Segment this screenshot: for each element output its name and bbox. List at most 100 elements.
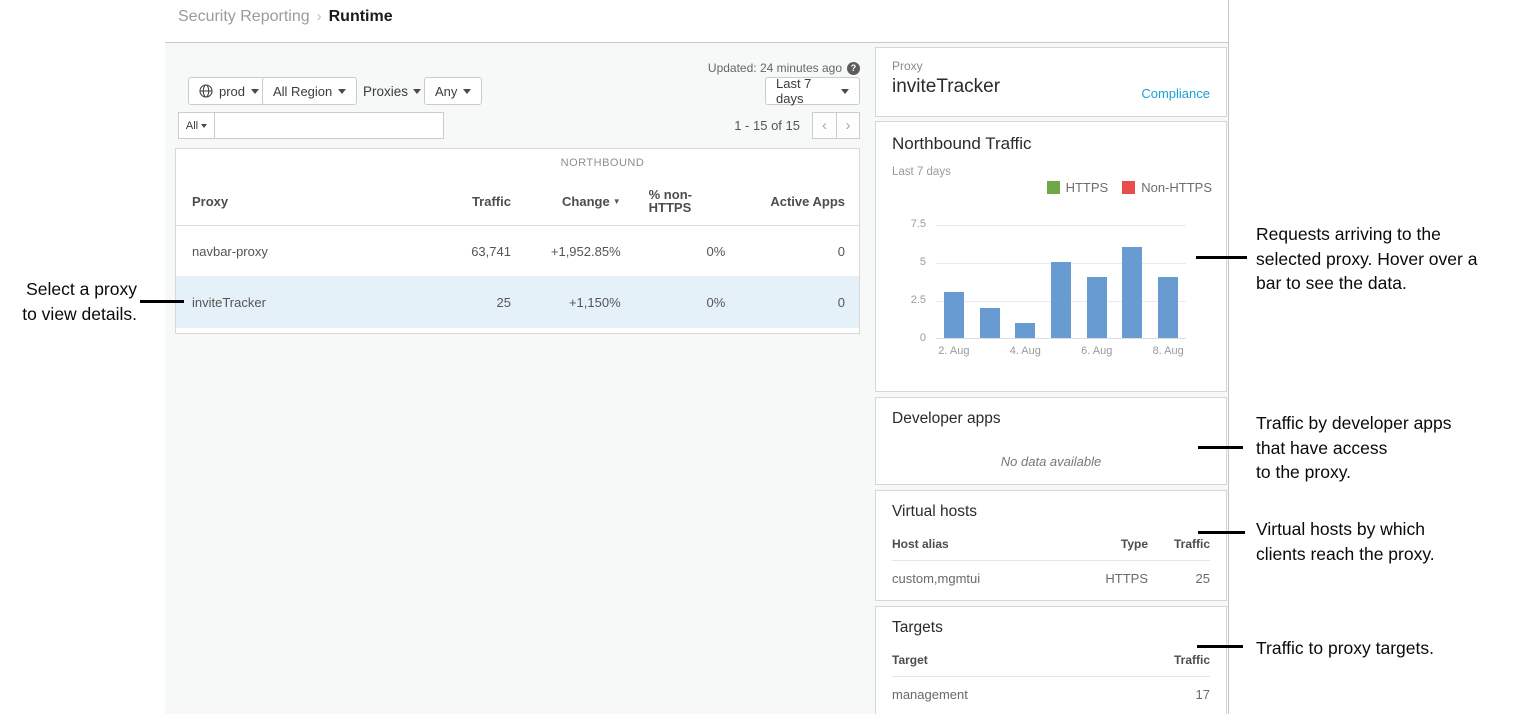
legend-label-https: HTTPS bbox=[1066, 180, 1109, 195]
annotation-targets: Traffic to proxy targets. bbox=[1256, 636, 1434, 661]
proxies-dropdown[interactable]: Proxies bbox=[363, 77, 421, 105]
region-label: All Region bbox=[273, 84, 332, 99]
virtual-host-row[interactable]: custom,mgmtui HTTPS 25 bbox=[892, 561, 1210, 586]
proxy-detail-header-card: Proxy inviteTracker Compliance bbox=[875, 47, 1227, 117]
compliance-link[interactable]: Compliance bbox=[1141, 86, 1210, 101]
bar-5-aug[interactable] bbox=[1051, 262, 1071, 338]
cell-traffic: 63,741 bbox=[440, 244, 525, 259]
column-header-traffic: Traffic bbox=[1148, 653, 1210, 667]
date-range-label: Last 7 days bbox=[776, 76, 835, 106]
bar-8-aug[interactable] bbox=[1158, 277, 1178, 338]
cell-proxy-name: navbar-proxy bbox=[176, 244, 440, 259]
targets-header-row: Target Traffic bbox=[892, 653, 1210, 677]
bar-7-aug[interactable] bbox=[1122, 247, 1142, 338]
chevron-down-icon bbox=[841, 89, 849, 94]
callout-line-virtual-hosts bbox=[1198, 531, 1245, 534]
legend-swatch-https bbox=[1047, 181, 1060, 194]
legend-item-non-https: Non-HTTPS bbox=[1122, 180, 1212, 195]
proxies-label: Proxies bbox=[363, 84, 408, 99]
updated-status: Updated: 24 minutes ago ? bbox=[620, 61, 860, 75]
developer-apps-card: Developer apps No data available bbox=[875, 397, 1227, 485]
updated-text: Updated: 24 minutes ago bbox=[708, 61, 842, 75]
northbound-traffic-card: Northbound Traffic Last 7 days HTTPS Non… bbox=[875, 121, 1227, 392]
pagination-next-button[interactable]: › bbox=[836, 112, 860, 139]
column-header-change-label: Change bbox=[562, 194, 610, 209]
search-scope-label: All bbox=[186, 120, 198, 132]
legend-swatch-non-https bbox=[1122, 181, 1135, 194]
help-icon[interactable]: ? bbox=[847, 62, 860, 75]
proxy-detail-label: Proxy bbox=[892, 59, 1210, 73]
virtual-hosts-card: Virtual hosts Host alias Type Traffic cu… bbox=[875, 490, 1227, 601]
chevron-left-icon: ‹ bbox=[822, 117, 827, 134]
environment-dropdown[interactable]: prod bbox=[188, 77, 270, 105]
bar-6-aug[interactable] bbox=[1087, 277, 1107, 338]
cell-target: management bbox=[892, 687, 1148, 702]
any-label: Any bbox=[435, 84, 457, 99]
page-title: Runtime bbox=[329, 8, 393, 25]
virtual-hosts-title: Virtual hosts bbox=[892, 503, 977, 521]
chart-title: Northbound Traffic bbox=[892, 134, 1032, 154]
any-filter-dropdown[interactable]: Any bbox=[424, 77, 482, 105]
y-tick-label: 2.5 bbox=[886, 294, 926, 306]
column-header-traffic: Traffic bbox=[1148, 537, 1210, 551]
table-group-header-row: NORTHBOUND bbox=[176, 149, 859, 177]
search-input[interactable] bbox=[214, 112, 444, 139]
chart-x-labels: 2. Aug4. Aug6. Aug8. Aug bbox=[936, 345, 1186, 357]
targets-card: Targets Target Traffic management 17 bbox=[875, 606, 1227, 714]
chevron-down-icon bbox=[463, 89, 471, 94]
x-tick-label: 4. Aug bbox=[1007, 345, 1043, 357]
y-tick-label: 0 bbox=[886, 332, 926, 344]
target-row[interactable]: management 17 bbox=[892, 677, 1210, 702]
callout-line-targets bbox=[1197, 645, 1243, 648]
column-header-host-alias: Host alias bbox=[892, 537, 1068, 551]
x-tick-label bbox=[972, 345, 1008, 357]
cell-host-alias: custom,mgmtui bbox=[892, 571, 1068, 586]
table-filler bbox=[176, 328, 859, 333]
bar-4-aug[interactable] bbox=[1015, 323, 1035, 338]
search-scope-dropdown[interactable]: All bbox=[178, 112, 215, 139]
bar-2-aug[interactable] bbox=[944, 292, 964, 338]
column-header-proxy[interactable]: Proxy bbox=[176, 194, 440, 209]
chevron-down-icon bbox=[201, 124, 207, 128]
cell-active-apps: 0 bbox=[739, 244, 859, 259]
table-row-invitetracker-selected[interactable]: inviteTracker 25 +1,150% 0% 0 bbox=[176, 277, 859, 328]
annotation-developer-apps: Traffic by developer apps that have acce… bbox=[1256, 411, 1452, 485]
sort-desc-icon: ▼ bbox=[613, 197, 621, 206]
globe-icon bbox=[199, 84, 213, 98]
table-header-row: Proxy Traffic Change▼ % non-HTTPS Active… bbox=[176, 177, 859, 226]
targets-title: Targets bbox=[892, 619, 943, 637]
virtual-hosts-header-row: Host alias Type Traffic bbox=[892, 537, 1210, 561]
chart-plot bbox=[936, 225, 1186, 339]
breadcrumb-section[interactable]: Security Reporting bbox=[178, 8, 310, 25]
x-tick-label bbox=[1043, 345, 1079, 357]
bar-3-aug[interactable] bbox=[980, 308, 1000, 338]
legend-label-non-https: Non-HTTPS bbox=[1141, 180, 1212, 195]
annotation-virtual-hosts: Virtual hosts by which clients reach the… bbox=[1256, 517, 1435, 566]
cell-traffic: 25 bbox=[1148, 571, 1210, 586]
date-range-dropdown[interactable]: Last 7 days bbox=[765, 77, 860, 105]
column-header-non-https-label: % non-HTTPS bbox=[649, 188, 703, 214]
table-row-navbar-proxy[interactable]: navbar-proxy 63,741 +1,952.85% 0% 0 bbox=[176, 226, 859, 277]
column-header-target: Target bbox=[892, 653, 1148, 667]
developer-apps-empty-message: No data available bbox=[876, 454, 1226, 469]
y-tick-label: 5 bbox=[886, 256, 926, 268]
legend-item-https: HTTPS bbox=[1047, 180, 1109, 195]
cell-change: +1,150% bbox=[525, 295, 635, 310]
region-dropdown[interactable]: All Region bbox=[262, 77, 357, 105]
cell-non-https: 0% bbox=[635, 295, 740, 310]
column-header-active-apps[interactable]: Active Apps bbox=[739, 194, 859, 209]
callout-line-select-proxy bbox=[140, 300, 184, 303]
viewport-divider-line bbox=[1228, 0, 1229, 714]
column-header-non-https[interactable]: % non-HTTPS bbox=[635, 188, 740, 215]
pagination-range: 1 - 15 of 15 bbox=[640, 118, 800, 133]
cell-traffic: 17 bbox=[1148, 687, 1210, 702]
column-header-traffic[interactable]: Traffic bbox=[440, 194, 525, 209]
chevron-down-icon bbox=[251, 89, 259, 94]
x-tick-label: 6. Aug bbox=[1079, 345, 1115, 357]
callout-line-developer-apps bbox=[1198, 446, 1243, 449]
cell-traffic: 25 bbox=[440, 295, 525, 310]
cell-active-apps: 0 bbox=[739, 295, 859, 310]
column-header-change[interactable]: Change▼ bbox=[525, 194, 635, 209]
pagination-prev-button[interactable]: ‹ bbox=[812, 112, 836, 139]
chevron-right-icon: › bbox=[846, 117, 851, 134]
